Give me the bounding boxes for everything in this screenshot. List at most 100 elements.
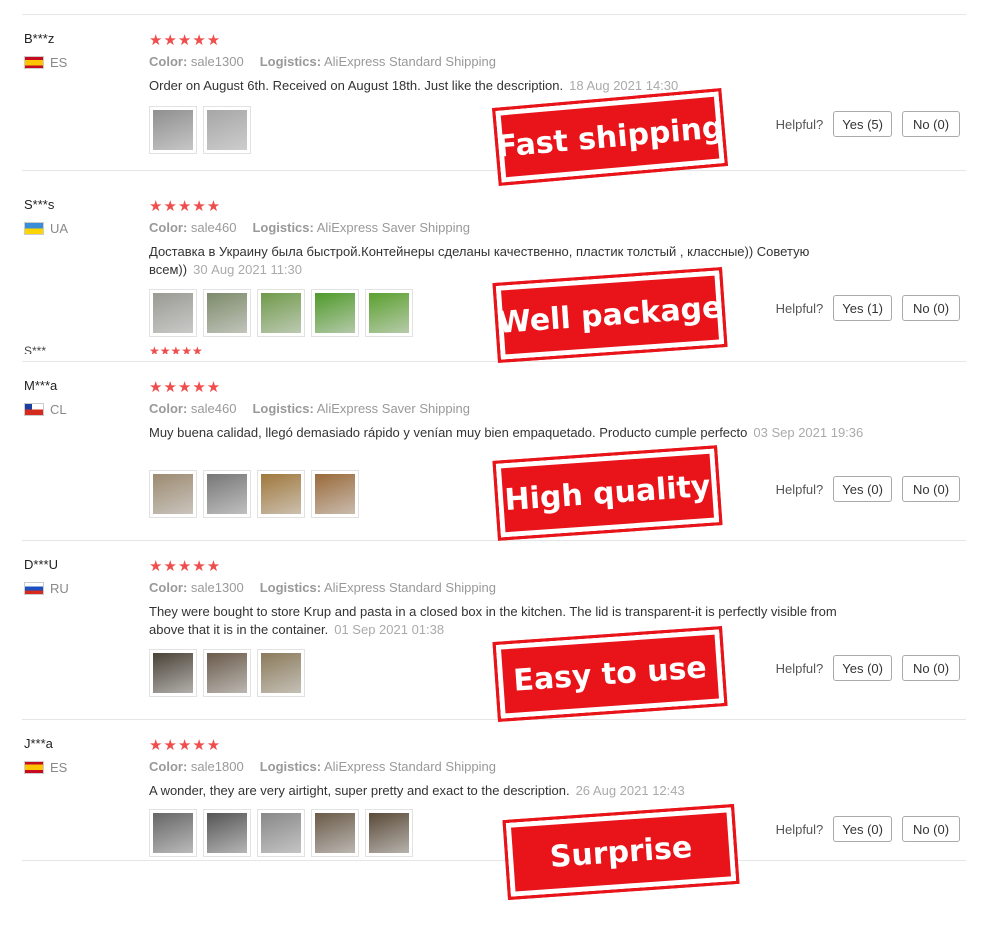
reviewer-name: J***a: [24, 736, 53, 751]
color-value: sale1300: [190, 580, 244, 595]
review-photo-thumbnail[interactable]: [149, 470, 197, 518]
review-text: A wonder, they are very airtight, super …: [149, 783, 570, 798]
review-photos: [149, 470, 359, 518]
helpful-label: Helpful?: [775, 821, 824, 837]
review-content: Order on August 6th. Received on August …: [149, 77, 869, 95]
color-label: Color:: [149, 54, 188, 69]
reviewer-country: ES: [24, 55, 67, 70]
review-photos: [149, 809, 413, 857]
flag-es-icon: [24, 761, 44, 774]
review-item: M***a CL ★★★★★ Color: sale460 Logistics: …: [22, 361, 966, 541]
helpful-controls: Helpful? Yes (0) No (0): [776, 655, 960, 681]
review-photos: [149, 649, 305, 697]
review-photo-thumbnail[interactable]: [203, 289, 251, 337]
country-code: CL: [50, 402, 67, 417]
rating-stars: ★★★★★: [149, 379, 222, 396]
helpful-label: Helpful?: [775, 116, 824, 132]
reviewer-name: B***z: [24, 31, 55, 46]
review-meta: Color: sale460 Logistics: AliExpress Save…: [149, 220, 470, 235]
flag-cl-icon: [24, 403, 44, 416]
review-photos: [149, 289, 413, 337]
helpful-label: Helpful?: [775, 660, 824, 676]
review-text: They were bought to store Krup and pasta…: [149, 604, 837, 637]
review-date: 03 Sep 2021 19:36: [753, 425, 864, 440]
rating-stars: ★★★★★: [149, 32, 222, 49]
helpful-no-button[interactable]: No (0): [902, 816, 960, 842]
reviewer-name: S***s: [24, 197, 55, 212]
promo-stamp-high-quality: High quality: [492, 445, 723, 541]
review-photo-thumbnail[interactable]: [203, 470, 251, 518]
promo-stamp-surprise: Surprise: [502, 804, 740, 900]
country-code: UA: [50, 221, 69, 236]
color-value: sale1800: [190, 759, 244, 774]
review-photo-thumbnail[interactable]: [365, 809, 413, 857]
review-text: Muy buena calidad, llegó demasiado rápid…: [149, 425, 748, 440]
helpful-yes-button[interactable]: Yes (0): [833, 476, 892, 502]
promo-stamp-easy-to-use: Easy to use: [492, 626, 728, 722]
rating-stars: ★★★★★: [149, 198, 222, 215]
review-photo-thumbnail[interactable]: [149, 649, 197, 697]
review-photo-thumbnail[interactable]: [149, 106, 197, 154]
review-text: Order on August 6th. Received on August …: [149, 78, 564, 93]
color-value: sale460: [190, 220, 237, 235]
review-item: D***U RU ★★★★★ Color: sale1300 Logistics:…: [22, 541, 966, 720]
color-value: sale460: [190, 401, 237, 416]
review-date: 18 Aug 2021 14:30: [569, 78, 679, 93]
rating-stars: ★★★★★: [149, 558, 222, 575]
clipped-review-fragment: S*** ★★★★★: [22, 344, 422, 354]
reviewer-country: RU: [24, 581, 69, 596]
color-value: sale1300: [190, 54, 244, 69]
helpful-yes-button[interactable]: Yes (0): [833, 655, 892, 681]
helpful-controls: Helpful? Yes (0) No (0): [776, 816, 960, 842]
review-content: They were bought to store Krup and pasta…: [149, 603, 869, 639]
review-meta: Color: sale1300 Logistics: AliExpress Sta…: [149, 54, 496, 69]
logistics-value: AliExpress Saver Shipping: [316, 401, 470, 416]
logistics-label: Logistics:: [252, 401, 314, 416]
review-date: 26 Aug 2021 12:43: [575, 783, 685, 798]
helpful-no-button[interactable]: No (0): [902, 111, 960, 137]
review-item: J***a ES ★★★★★ Color: sale1800 Logistics:…: [22, 720, 966, 861]
logistics-label: Logistics:: [259, 759, 322, 774]
review-photo-thumbnail[interactable]: [365, 289, 413, 337]
helpful-yes-button[interactable]: Yes (0): [833, 816, 892, 842]
review-photo-thumbnail[interactable]: [149, 809, 197, 857]
review-photo-thumbnail[interactable]: [257, 649, 305, 697]
flag-es-icon: [24, 56, 44, 69]
review-photo-thumbnail[interactable]: [203, 809, 251, 857]
review-meta: Color: sale460 Logistics: AliExpress Save…: [149, 401, 470, 416]
review-photo-thumbnail[interactable]: [257, 470, 305, 518]
helpful-yes-button[interactable]: Yes (1): [833, 295, 892, 321]
flag-ua-icon: [24, 222, 44, 235]
review-photo-thumbnail[interactable]: [257, 289, 305, 337]
helpful-no-button[interactable]: No (0): [902, 295, 960, 321]
review-content: Доставка в Украину была быстрой.Контейне…: [149, 243, 869, 279]
review-meta: Color: sale1800 Logistics: AliExpress Sta…: [149, 759, 496, 774]
logistics-value: AliExpress Saver Shipping: [316, 220, 470, 235]
review-photo-thumbnail[interactable]: [257, 809, 305, 857]
helpful-controls: Helpful? Yes (1) No (0): [776, 295, 960, 321]
reviewer-name: S***: [24, 344, 47, 354]
flag-ru-icon: [24, 582, 44, 595]
helpful-no-button[interactable]: No (0): [902, 476, 960, 502]
color-label: Color:: [149, 401, 188, 416]
review-photo-thumbnail[interactable]: [203, 649, 251, 697]
rating-stars: ★★★★★: [149, 737, 222, 754]
helpful-yes-button[interactable]: Yes (5): [833, 111, 892, 137]
review-photo-thumbnail[interactable]: [311, 470, 359, 518]
rating-stars: ★★★★★: [149, 344, 203, 354]
reviewer-country: UA: [24, 221, 68, 236]
review-photo-thumbnail[interactable]: [149, 289, 197, 337]
reviewer-country: ES: [24, 760, 67, 775]
review-photo-thumbnail[interactable]: [311, 289, 359, 337]
color-label: Color:: [149, 759, 188, 774]
review-content: Muy buena calidad, llegó demasiado rápid…: [149, 424, 869, 442]
review-content: A wonder, they are very airtight, super …: [149, 782, 869, 800]
review-photo-thumbnail[interactable]: [203, 106, 251, 154]
country-code: ES: [50, 760, 68, 775]
review-photo-thumbnail[interactable]: [311, 809, 359, 857]
logistics-label: Logistics:: [252, 220, 314, 235]
country-code: ES: [50, 55, 68, 70]
helpful-no-button[interactable]: No (0): [902, 655, 960, 681]
color-label: Color:: [149, 220, 188, 235]
review-item: B***z ES ★★★★★ Color: sale1300 Logistics:…: [22, 15, 966, 171]
